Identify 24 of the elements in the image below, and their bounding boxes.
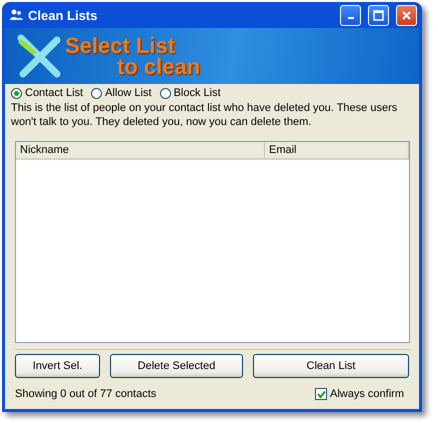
maximize-icon [373,10,384,20]
people-icon [9,8,23,22]
description-text: This is the list of people on your contact list who have deleted you. These users won't talk to you. They deleted you, now you can delete them. [10,101,398,129]
status-text: Showing 0 out of 77 contacts [15,388,156,400]
list-radio[interactable]: Contact List [11,87,84,99]
x-logo-icon [17,34,61,78]
window-title: Clean Lists [28,8,98,22]
close-button[interactable] [396,4,417,26]
delete-selected-button[interactable]: Delete Selected [110,354,243,378]
clean-list-button[interactable]: Clean List [253,354,409,378]
banner-subtitle: to clean [116,56,200,77]
invert-selection-button[interactable]: Invert Sel. [15,354,100,378]
checkbox-label: Always confirm [330,388,404,400]
column-header[interactable]: Nickname [16,142,265,158]
contact-list[interactable]: Nickname Email [15,141,410,343]
minimize-icon [348,17,354,19]
maximize-button[interactable] [368,4,389,26]
list-radio[interactable]: Allow List [91,87,152,99]
list-radio[interactable]: Block List [160,87,221,99]
always-confirm-checkbox[interactable] [315,388,328,400]
banner-title: Select List [65,35,176,56]
close-icon [401,10,412,20]
column-header[interactable]: Email [265,142,409,158]
minimize-button[interactable] [340,4,361,26]
